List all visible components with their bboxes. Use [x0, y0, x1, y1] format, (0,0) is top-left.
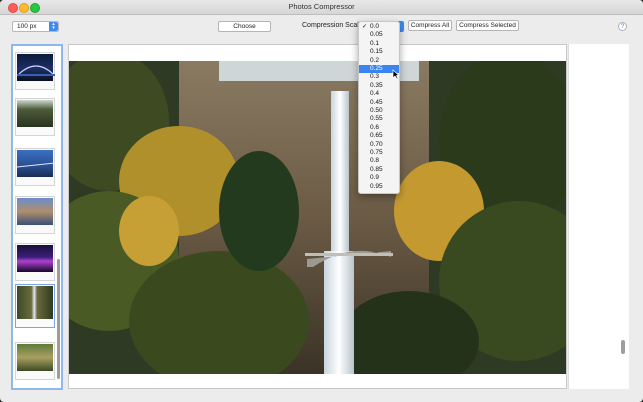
scale-option[interactable]: 0.1: [359, 40, 399, 48]
thumbnail-garden[interactable]: [15, 342, 55, 380]
thumbnail-forest-trail[interactable]: [15, 98, 55, 136]
size-select-value: 100 px: [17, 23, 37, 30]
mouse-pointer-icon: [392, 69, 400, 80]
thumbnail-bridge-blue[interactable]: [15, 148, 56, 186]
thumbnail-waterfall-selected[interactable]: [15, 284, 55, 328]
scale-option[interactable]: 0.15: [359, 48, 399, 56]
info-pane: [568, 44, 629, 389]
compression-scale-menu[interactable]: ✓ 0.0 0.05 0.1 0.15 0.2 0.25 0.3 0.35 0.4…: [358, 21, 400, 194]
scale-option[interactable]: 0.95: [359, 183, 399, 191]
checkmark-icon: ✓: [362, 24, 368, 30]
scale-option[interactable]: 0.9: [359, 174, 399, 182]
scale-option[interactable]: 0.50: [359, 107, 399, 115]
window-title: Photos Compressor: [288, 2, 355, 11]
stepper-arrows-icon[interactable]: ▴ ▾: [49, 22, 58, 31]
scale-option[interactable]: 0.2: [359, 57, 399, 65]
scale-option[interactable]: 0.55: [359, 115, 399, 123]
toolbar: 100 px ▴ ▾ Choose Compression Scale Compr…: [0, 15, 643, 39]
scale-option[interactable]: 0.65: [359, 132, 399, 140]
thumbnail-bridge-night[interactable]: [15, 52, 55, 90]
app-window: Photos Compressor 100 px ▴ ▾ Choose Compr…: [0, 0, 643, 402]
scale-option[interactable]: 0.4: [359, 90, 399, 98]
compression-scale-label: Compression Scale: [302, 22, 363, 29]
scale-option[interactable]: 0.70: [359, 141, 399, 149]
thumbnail-purple-lights[interactable]: [15, 243, 55, 281]
bridge-arch-image: [17, 65, 55, 76]
scale-option[interactable]: 0.05: [359, 31, 399, 39]
preview-image: [69, 61, 566, 374]
compress-selected-button[interactable]: Compress Selected: [456, 20, 519, 31]
size-select[interactable]: 100 px ▴ ▾: [12, 21, 59, 32]
help-button[interactable]: ?: [618, 22, 627, 31]
scale-option[interactable]: 0.8: [359, 157, 399, 165]
scale-option[interactable]: 0.85: [359, 166, 399, 174]
scale-option[interactable]: 0.35: [359, 82, 399, 90]
thumbnail-list[interactable]: [11, 44, 63, 390]
waterfall-photo: [69, 61, 566, 374]
bridge-image: [16, 162, 56, 168]
scale-option[interactable]: 0.45: [359, 99, 399, 107]
thumbnail-city-river[interactable]: [15, 196, 55, 234]
title-bar: Photos Compressor: [0, 0, 643, 15]
vertical-scrollbar[interactable]: [621, 340, 625, 354]
scale-option[interactable]: 0.75: [359, 149, 399, 157]
compress-all-button[interactable]: Compress All: [408, 20, 452, 31]
scale-option[interactable]: 0.6: [359, 124, 399, 132]
thumbnail-scrollbar[interactable]: [57, 259, 60, 379]
scale-option[interactable]: ✓ 0.0: [359, 23, 399, 31]
choose-button[interactable]: Choose: [218, 21, 271, 32]
